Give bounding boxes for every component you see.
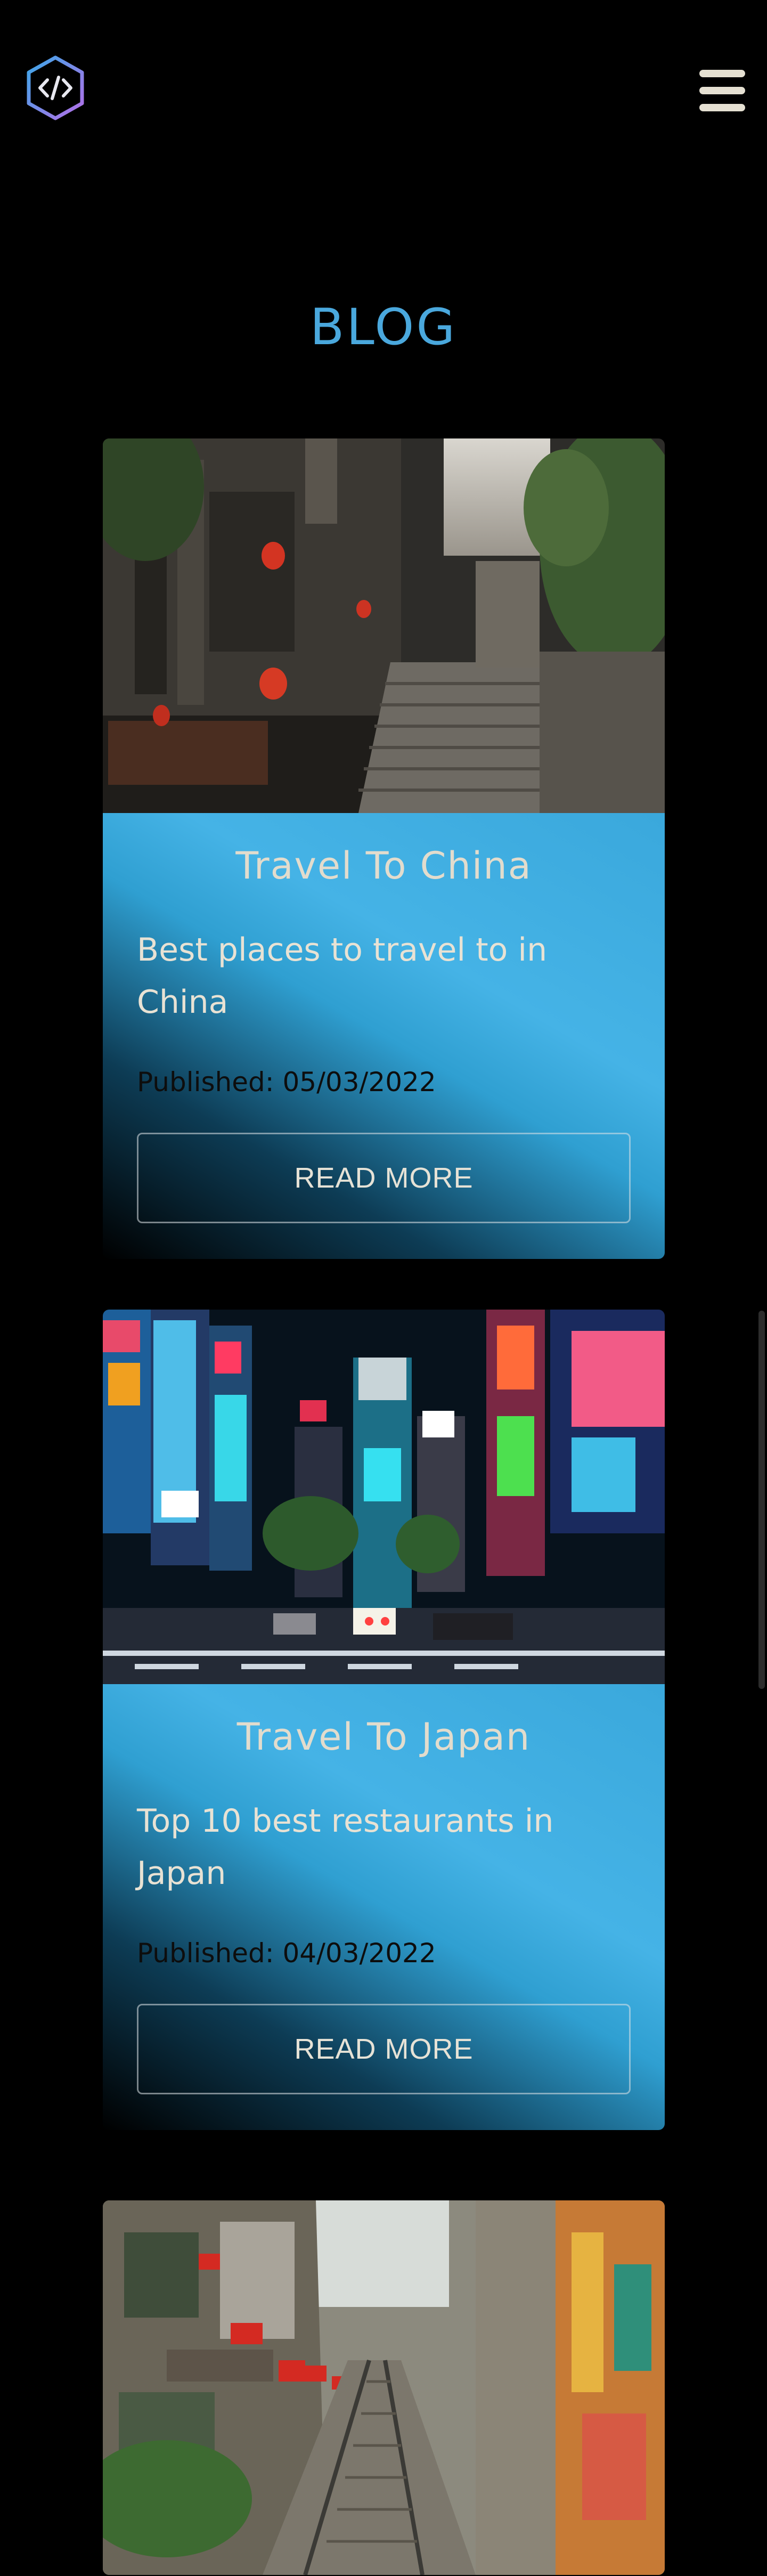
blog-card: Travel To China Best places to travel to… <box>103 438 665 1259</box>
post-description: Top 10 best restaurants in Japan <box>137 1802 554 1892</box>
read-more-button[interactable]: READ MORE <box>137 1133 631 1223</box>
post-image-china <box>103 438 665 813</box>
hamburger-menu-icon[interactable] <box>695 65 750 116</box>
read-more-button[interactable]: READ MORE <box>137 2004 631 2094</box>
post-title[interactable]: Travel To Japan <box>103 1715 665 1759</box>
blog-card <box>103 2200 665 2575</box>
menu-line <box>699 104 745 111</box>
page-scrollbar[interactable] <box>758 1311 765 1689</box>
card-body: Travel To China Best places to travel to… <box>103 813 665 1259</box>
post-description: Best places to travel to in China <box>137 931 548 1021</box>
post-published-date: Published: 05/03/2022 <box>137 1067 436 1098</box>
page-title: BLOG <box>309 298 458 356</box>
post-image-japan <box>103 1310 665 1684</box>
logo-icon[interactable] <box>23 53 87 123</box>
blog-card: Travel To Japan Top 10 best restaurants … <box>103 1310 665 2130</box>
card-body: Travel To Japan Top 10 best restaurants … <box>103 1684 665 2130</box>
post-title[interactable]: Travel To China <box>103 844 665 888</box>
menu-line <box>699 87 745 94</box>
menu-line <box>699 70 745 77</box>
post-image-vietnam <box>103 2200 665 2575</box>
post-published-date: Published: 04/03/2022 <box>137 1938 436 1969</box>
